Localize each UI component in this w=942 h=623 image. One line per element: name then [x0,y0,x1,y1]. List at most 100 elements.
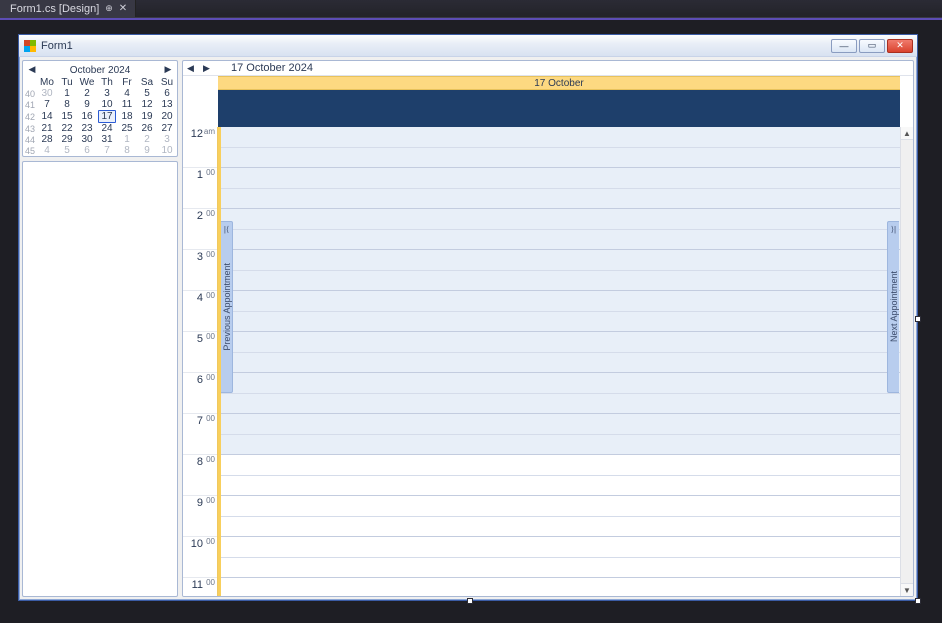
vertical-scrollbar[interactable]: ▲ ▼ [900,127,913,596]
time-slot-label: 1000 [183,537,217,578]
time-cell[interactable] [218,537,912,558]
scroll-down-icon[interactable]: ▼ [901,583,913,596]
calendar-day[interactable]: 16 [77,110,97,123]
calendar-day[interactable]: 4 [37,145,57,156]
week-number: 41 [23,99,37,110]
time-cell[interactable] [218,578,912,596]
calendar-day[interactable]: 8 [57,99,77,110]
calendar-day[interactable]: 5 [57,145,77,156]
day-header-label: 17 October [218,77,900,89]
allday-area[interactable] [218,90,900,127]
prev-month-icon[interactable]: ◀ [27,64,37,74]
calendar-day[interactable]: 10 [97,99,117,110]
calendar-day[interactable]: 6 [77,145,97,156]
time-cell[interactable] [218,353,912,374]
calendar-day[interactable]: 28 [37,134,57,145]
calendar-day[interactable]: 3 [97,88,117,99]
calendar-day[interactable]: 27 [157,123,177,134]
calendar-day[interactable]: 1 [57,88,77,99]
time-cell[interactable] [218,332,912,353]
prev-day-icon[interactable]: ◀ [187,63,197,74]
time-cell[interactable] [218,455,912,476]
calendar-day[interactable]: 8 [117,145,137,156]
minimize-button[interactable]: — [831,39,857,53]
calendar-day[interactable]: 14 [37,110,57,123]
time-cell[interactable] [218,414,912,435]
calendar-day[interactable]: 5 [137,88,157,99]
resources-tree[interactable] [22,161,178,597]
calendar-day[interactable]: 9 [77,99,97,110]
calendar-day[interactable]: 2 [77,88,97,99]
calendar-day[interactable]: 13 [157,99,177,110]
titlebar[interactable]: Form1 — ▭ ✕ [19,35,917,57]
window-title: Form1 [41,40,73,52]
calendar-day[interactable]: 30 [77,134,97,145]
time-slot-label: 1100 [183,578,217,596]
time-cell[interactable] [218,476,912,497]
time-cell[interactable] [218,373,912,394]
dow-header: We [77,77,97,88]
time-slot-label: 400 [183,291,217,332]
calendar-day[interactable]: 2 [137,134,157,145]
time-cell[interactable] [218,435,912,456]
calendar-day[interactable]: 26 [137,123,157,134]
dow-header: Fr [117,77,137,88]
calendar-day[interactable]: 15 [57,110,77,123]
time-slot-label: 300 [183,250,217,291]
calendar-day[interactable]: 21 [37,123,57,134]
time-cell[interactable] [218,312,912,333]
time-cell[interactable] [218,250,912,271]
previous-appointment-tab[interactable]: |⟨ Previous Appointment [221,221,233,393]
pin-icon[interactable]: ⊕ [105,3,113,14]
calendar-day[interactable]: 17 [97,110,117,123]
next-appointment-tab[interactable]: ⟩| Next Appointment [887,221,899,393]
time-cell[interactable] [218,148,912,169]
calendar-day[interactable]: 6 [157,88,177,99]
calendar-day[interactable]: 30 [37,88,57,99]
time-slot-label: 100 [183,168,217,209]
scheduler[interactable]: ◀ ▶ 17 October 2024 17 October 12am10020… [182,60,914,597]
calendar-day[interactable]: 12 [137,99,157,110]
time-cell[interactable] [218,189,912,210]
date-navigator[interactable]: ◀ October 2024 ▶ MoTuWeThFrSaSu403012345… [22,60,178,157]
resize-handle[interactable] [915,316,921,322]
time-cell[interactable] [218,230,912,251]
time-cell[interactable] [218,127,912,148]
time-grid[interactable]: 12am10020030040050060070080090010001100 … [183,127,913,596]
next-month-icon[interactable]: ▶ [163,64,173,74]
calendar-day[interactable]: 7 [37,99,57,110]
close-icon[interactable]: ✕ [119,3,127,14]
next-day-icon[interactable]: ▶ [203,63,213,74]
ide-tab-label: Form1.cs [Design] [10,3,99,15]
calendar-day[interactable]: 18 [117,110,137,123]
time-cell[interactable] [218,394,912,415]
resize-handle[interactable] [915,598,921,604]
calendar-day[interactable]: 31 [97,134,117,145]
calendar-day[interactable]: 4 [117,88,137,99]
calendar-day[interactable]: 11 [117,99,137,110]
time-cell[interactable] [218,291,912,312]
time-cell[interactable] [218,168,912,189]
calendar-day[interactable]: 23 [77,123,97,134]
calendar-day[interactable]: 7 [97,145,117,156]
time-cell[interactable] [218,558,912,579]
time-cell[interactable] [218,271,912,292]
calendar-day[interactable]: 29 [57,134,77,145]
time-cell[interactable] [218,496,912,517]
maximize-button[interactable]: ▭ [859,39,885,53]
scroll-up-icon[interactable]: ▲ [901,127,913,140]
calendar-day[interactable]: 1 [117,134,137,145]
calendar-day[interactable]: 24 [97,123,117,134]
calendar-day[interactable]: 3 [157,134,177,145]
calendar-day[interactable]: 20 [157,110,177,123]
resize-handle[interactable] [467,598,473,604]
time-cell[interactable] [218,209,912,230]
calendar-day[interactable]: 25 [117,123,137,134]
calendar-day[interactable]: 10 [157,145,177,156]
calendar-day[interactable]: 22 [57,123,77,134]
close-button[interactable]: ✕ [887,39,913,53]
calendar-day[interactable]: 9 [137,145,157,156]
ide-document-tab[interactable]: Form1.cs [Design] ⊕ ✕ [0,0,136,17]
calendar-day[interactable]: 19 [137,110,157,123]
time-cell[interactable] [218,517,912,538]
